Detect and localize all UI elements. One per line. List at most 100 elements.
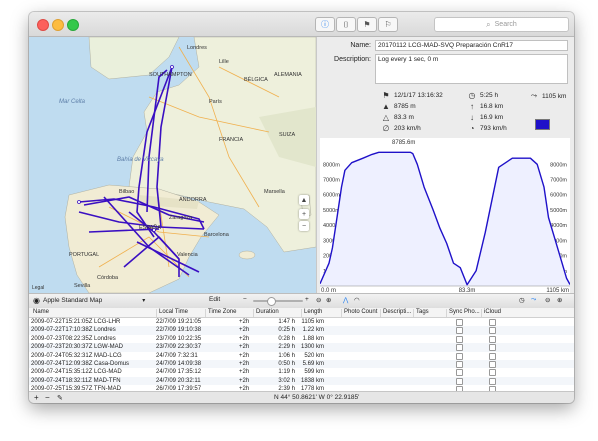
zoom-in-icon[interactable]: + [305,296,309,303]
map-label-cordoba: Córdoba [97,275,119,281]
speed-chart-icon[interactable]: ◠ [354,296,360,304]
icloud-checkbox[interactable] [489,352,496,360]
col-sync-photos[interactable]: Sync Pho... [446,309,480,317]
chart-zoom-out-icon[interactable]: ⊖ [545,296,550,304]
magnify-plus-icon[interactable]: ⊕ [326,296,331,304]
stat-start-time: ⚑ 12/1/17 13:16:32 [381,91,442,100]
map-view[interactable]: SOUTHAMPTON Londres Lille BÉLGICA ALEMAN… [29,37,316,293]
tracks-table[interactable]: Name Local Time Time Zone Duration Lengt… [29,308,574,391]
flag-pair-icon[interactable]: ⚑ [357,17,377,32]
table-row[interactable]: 2009-07-24T12:09:38Z Casa-Domus 24/7/09 1… [29,360,574,369]
col-time-zone[interactable]: Time Zone [205,309,236,317]
col-duration[interactable]: Duration [253,309,279,317]
sync-photos-checkbox[interactable] [456,352,463,360]
pencil-icon[interactable]: ✎ [57,394,63,402]
climb-value: 16.8 km [480,103,504,110]
add-track-icon[interactable]: + [34,393,39,402]
map-label-andorra: ANDORRA [179,197,207,203]
map-label-paris: París [209,99,222,105]
table-row[interactable]: 2009-07-24T15:35:12Z LCG-MAD 24/7/09 17:3… [29,368,574,377]
map-legal-link[interactable]: Legal [32,285,44,291]
route-chart-icon[interactable]: ⤳ [531,296,536,304]
stat-max-speed: ◔ 793 km/h [467,124,507,133]
search-placeholder: Search [494,21,517,28]
edit-label: Edit [209,296,221,303]
icloud-checkbox[interactable] [489,327,496,335]
col-name[interactable]: Name [31,309,49,317]
speedometer-icon: ◔ [469,124,475,133]
zoom-window-button[interactable] [67,19,79,31]
mountain-chart-icon[interactable]: ⋀ [343,296,348,304]
table-row[interactable]: 2009-07-24T18:32:11Z MAD-TFN 24/7/09 20:3… [29,376,574,386]
descent-value: 16.9 km [480,114,504,121]
description-field[interactable]: Log every 1 sec, 0 m [375,54,568,84]
sync-photos-checkbox[interactable] [456,319,463,326]
track-color-swatch[interactable] [535,119,550,130]
cell-local-time: 24/7/09 20:32:11 [156,377,201,384]
map-label-lille: Lille [219,59,229,65]
map-label-valencia: Valencia [177,252,198,258]
camera-icon[interactable]: ⌷ [336,17,356,32]
flag-icon[interactable]: ⚐ [378,17,398,32]
table-row[interactable]: 2009-07-22T15:21:05Z LCG-LHR 22/7/09 19:2… [29,318,574,326]
cell-time-zone: +2h [239,369,250,376]
elevation-chart[interactable]: 1000m1000m2000m2000m3000m3000m4000m4000m… [320,138,570,294]
table-row[interactable]: 2009-07-24T05:32:31Z MAD-LCG 24/7/09 7:32… [29,352,574,360]
map-bottom-bar: ◉ Apple Standard Map ▾ Edit − + ⊖ ⊕ ⋀ ◠ … [29,293,574,309]
cell-time-zone: +2h [239,319,250,325]
map-label-zaragoza: Zaragoza [169,215,193,221]
cell-length: 1838 km [300,377,324,384]
cell-length: 1105 km [301,319,324,325]
col-icloud[interactable]: iCloud [481,309,501,317]
icloud-checkbox[interactable] [489,369,496,377]
minimize-window-button[interactable] [52,19,64,31]
close-window-button[interactable] [37,19,49,31]
map-label-sevilla: Sevilla [74,283,91,289]
sync-photos-checkbox[interactable] [456,335,463,343]
map-label-london: Londres [187,45,207,51]
info-icon[interactable]: ⓘ [315,17,335,32]
icloud-checkbox[interactable] [489,319,496,326]
icloud-checkbox[interactable] [489,361,496,368]
col-tags[interactable]: Tags [413,309,429,317]
map-zoom-out-icon[interactable]: − [299,221,309,231]
map-label-barcelona: Barcelona [204,232,229,238]
remove-track-icon[interactable]: − [45,393,50,402]
col-description[interactable]: Descripti... [380,309,411,317]
cell-name: 2009-07-24T15:35:12Z LCG-MAD [31,369,122,376]
chart-zoom-in-icon[interactable]: ⊕ [557,296,562,304]
map-zoom-in-icon[interactable]: + [299,209,309,219]
edit-button[interactable]: Edit [209,296,220,303]
slider-knob[interactable] [267,297,276,306]
icloud-checkbox[interactable] [489,377,496,385]
sync-photos-checkbox[interactable] [456,361,463,368]
icloud-checkbox[interactable] [489,344,496,352]
cell-name: 2009-07-22T17:10:38Z Londres [31,327,116,334]
sync-photos-checkbox[interactable] [456,377,463,385]
col-length[interactable]: Length [301,309,322,317]
cursor-coordinates: N 44° 50.8621' W 0° 22.9185' [274,394,360,401]
table-row[interactable]: 2009-07-23T08:22:35Z Londres 23/7/09 10:2… [29,335,574,343]
sync-photos-checkbox[interactable] [456,369,463,377]
status-bar: + − ✎ N 44° 50.8621' W 0° 22.9185' [29,391,574,403]
col-photo-count[interactable]: Photo Count [341,309,377,317]
search-field[interactable]: ⌕ Search [434,17,569,32]
cell-name: 2009-07-24T12:09:38Z Casa-Domus [31,361,130,367]
table-row[interactable]: 2009-07-22T17:10:38Z Londres 22/7/09 19:1… [29,326,574,335]
table-row[interactable]: 2009-07-23T20:30:37Z LGW-MAD 23/7/09 22:3… [29,343,574,352]
name-field[interactable]: 20170112 LCG-MAD-SVQ Preparación CnR17 [375,40,568,51]
sync-photos-checkbox[interactable] [456,327,463,335]
magnify-minus-icon[interactable]: ⊖ [316,296,321,304]
duration-value: 5:25 h [480,92,499,99]
map-type-selector[interactable]: ◉ Apple Standard Map ▾ [33,296,145,305]
cell-length: 520 km [304,352,324,359]
col-local-time[interactable]: Local Time [156,309,188,317]
map-label-suiza: SUIZA [279,132,296,138]
clock-chart-icon[interactable]: ◷ [519,296,525,304]
icloud-checkbox[interactable] [489,335,496,343]
map-compass-icon[interactable]: ▲ [299,195,309,205]
sync-photos-checkbox[interactable] [456,344,463,352]
zoom-out-icon[interactable]: − [243,296,247,303]
cell-time-zone: +2h [239,327,250,334]
map-zoom-slider[interactable] [253,297,303,306]
